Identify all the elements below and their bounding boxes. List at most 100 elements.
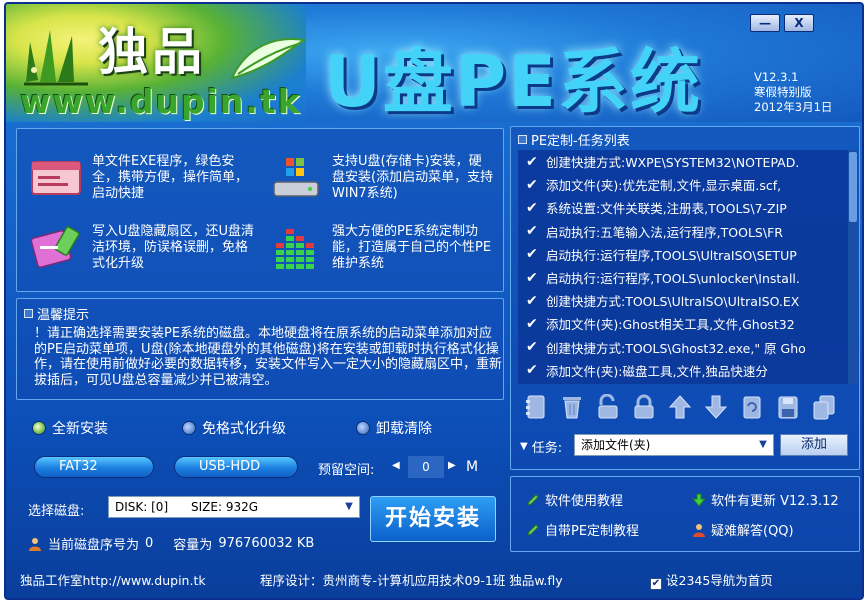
support-person-icon <box>693 523 705 537</box>
mode-toggle-usb-hdd[interactable]: USB-HDD <box>174 456 298 478</box>
task-type-label: ▼ 任务: <box>520 437 562 456</box>
save-icon[interactable] <box>776 394 800 420</box>
radio-new-install[interactable]: 全新安装 <box>32 418 108 438</box>
reserve-increase-arrow[interactable]: ▶ <box>448 460 456 471</box>
minimize-button[interactable]: — <box>750 14 780 32</box>
chevron-down-icon[interactable]: ▼ <box>756 437 770 453</box>
radio-new-install-label: 全新安装 <box>52 421 108 437</box>
update-link-text: 软件有更新 V12.3.12 <box>711 494 839 509</box>
task-item-text: 创建快捷方式:WXPE\SYSTEM32\NOTEPAD. <box>546 155 800 171</box>
radio-unselected-icon <box>182 421 196 435</box>
task-item-text: 启动执行:运行程序,TOOLS\UltraISO\SETUP <box>546 247 797 263</box>
trash-icon[interactable] <box>560 394 584 420</box>
feature-pe-custom-text: 强大方便的PE系统定制功能，打造属于自己的个性PE维护系统 <box>332 224 492 271</box>
checkbox-checked-icon[interactable]: ✔ <box>650 578 662 590</box>
arrow-down-icon[interactable] <box>704 394 728 420</box>
tips-title: 温馨提示 <box>24 304 89 323</box>
reserve-decrease-arrow[interactable]: ◀ <box>392 460 400 471</box>
radio-no-format-upgrade[interactable]: 免格式化升级 <box>182 418 286 438</box>
pencil-icon <box>527 523 539 536</box>
check-icon: ✔ <box>526 223 538 240</box>
fs-toggle-fat32[interactable]: FAT32 <box>34 456 154 478</box>
pe-tutorial-link-text: 自带PE定制教程 <box>545 524 640 539</box>
pe-tutorial-link[interactable]: 自带PE定制教程 <box>526 520 639 539</box>
user-icon <box>29 537 41 551</box>
task-type-select[interactable]: 添加文件(夹) ▼ <box>574 434 774 456</box>
pe-square-icon <box>518 135 527 144</box>
lock-icon[interactable] <box>632 394 656 420</box>
task-item[interactable]: ✔ 创建快捷方式:TOOLS\UltraISO\UltraISO.EX <box>518 289 848 312</box>
tips-text: ！请正确选择需要安装PE系统的磁盘。本地硬盘将在原系统的启动菜单添加对应的PE启… <box>34 326 503 388</box>
studio-url[interactable]: 独品工作室http://www.dupin.tk <box>20 570 206 589</box>
feature-usb-install: 支持U盘(存储卡)安装，硬盘安装(添加启动菜单，支持WIN7系统) <box>268 154 504 202</box>
task-item[interactable]: ✔ 添加文件(夹):优先定制,文件,显示桌面.scf, <box>518 173 848 196</box>
brand-name: 独品 <box>98 22 206 81</box>
homepage-checkbox[interactable]: ✔ 设2345导航为首页 <box>650 570 773 590</box>
links-panel <box>510 476 860 552</box>
usb-clean-icon <box>30 226 80 268</box>
chevron-down-icon[interactable]: ▼ <box>342 499 356 515</box>
version-number: V12.3.1 <box>754 70 799 84</box>
window-controls: — X <box>750 14 814 32</box>
radio-no-format-upgrade-label: 免格式化升级 <box>202 421 286 437</box>
task-item-text: 添加文件(夹):磁盘工具,文件,独品快速分 <box>546 363 768 379</box>
header-banner: 独品 www.dupin.tk U盘PE系统 V12.3.1 寒假特别版 201… <box>6 4 862 123</box>
disk-select-value: DISK: [0] SIZE: 932G <box>115 500 259 514</box>
feature-usb-install-text: 支持U盘(存储卡)安装，硬盘安装(添加启动菜单，支持WIN7系统) <box>332 154 494 201</box>
pe-panel-title-text: PE定制-任务列表 <box>531 134 630 149</box>
reserve-space-input[interactable]: 0 <box>408 456 444 478</box>
equalizer-icon <box>276 229 314 269</box>
close-button[interactable]: X <box>784 14 814 32</box>
credits-text: 程序设计：贵州商专-计算机应用技术09-1班 独品w.fly <box>260 573 563 588</box>
task-item[interactable]: ✔ 启动执行:运行程序,TOOLS\UltraISO\SETUP <box>518 243 848 266</box>
feature-hidden-sector-text: 写入U盘隐藏扇区，还U盘清洁环境，防误格误删，免格式化升级 <box>92 224 255 271</box>
scrollbar-thumb[interactable] <box>849 152 857 222</box>
tips-title-text: 温馨提示 <box>37 308 90 323</box>
tutorial-link[interactable]: 软件使用教程 <box>526 490 623 509</box>
disk-select[interactable]: DISK: [0] SIZE: 932G ▼ <box>108 496 360 518</box>
refresh-icon[interactable] <box>740 394 764 420</box>
reserve-unit: M <box>466 459 479 475</box>
arrow-up-icon[interactable] <box>668 394 692 420</box>
task-item[interactable]: ✔ 启动执行:五笔输入法,运行程序,TOOLS\FR <box>518 220 848 243</box>
check-icon: ✔ <box>526 269 538 286</box>
filter-icon: ▼ <box>520 441 528 452</box>
disk-select-label: 选择磁盘: <box>28 504 85 519</box>
task-item[interactable]: ✔ 创建快捷方式:WXPE\SYSTEM32\NOTEPAD. <box>518 150 848 173</box>
copy-icon[interactable] <box>812 394 836 420</box>
current-disk-label: 当前磁盘序号为 <box>48 538 140 553</box>
add-task-button[interactable]: 添加 <box>780 434 848 456</box>
task-list[interactable]: ✔ 创建快捷方式:WXPE\SYSTEM32\NOTEPAD. ✔ 添加文件(夹):… <box>518 150 848 384</box>
task-item[interactable]: ✔ 添加文件(夹):Ghost相关工具,文件,Ghost32 <box>518 312 848 335</box>
radio-selected-icon <box>32 421 46 435</box>
tips-square-icon <box>24 309 33 318</box>
download-arrow-icon <box>692 493 706 507</box>
update-link[interactable]: 软件有更新 V12.3.12 <box>692 490 839 509</box>
radio-uninstall[interactable]: 卸载清除 <box>356 418 432 438</box>
task-item[interactable]: ✔ 系统设置:文件关联类,注册表,TOOLS\7-ZIP <box>518 196 848 219</box>
release-date: 2012年3月1日 <box>754 100 833 114</box>
homepage-checkbox-label: 设2345导航为首页 <box>666 573 773 588</box>
task-item[interactable]: ✔ 启动执行:运行程序,TOOLS\unlocker\Install. <box>518 266 848 289</box>
window-icon <box>31 161 81 195</box>
unlock-icon[interactable] <box>596 394 620 420</box>
pe-panel-title: PE定制-任务列表 <box>518 130 630 149</box>
radio-uninstall-label: 卸载清除 <box>376 421 432 437</box>
check-icon: ✔ <box>526 315 538 332</box>
feature-pe-custom: 强大方便的PE系统定制功能，打造属于自己的个性PE维护系统 <box>268 224 504 272</box>
task-item-text: 创建快捷方式:TOOLS\UltraISO\UltraISO.EX <box>546 294 800 310</box>
qa-link[interactable]: 疑难解答(QQ) <box>692 520 794 539</box>
check-icon: ✔ <box>526 292 538 309</box>
task-item-text: 添加文件(夹):Ghost相关工具,文件,Ghost32 <box>546 317 795 333</box>
task-item[interactable]: ✔ 创建快捷方式:TOOLS\Ghost32.exe," 原 Gho <box>518 336 848 359</box>
task-list-scrollbar[interactable] <box>848 150 858 384</box>
qa-link-text: 疑难解答(QQ) <box>711 524 794 539</box>
reserve-space-label: 预留空间: <box>318 463 375 478</box>
current-disk-index: 0 <box>145 536 154 551</box>
version-info: V12.3.1 寒假特别版 2012年3月1日 <box>754 70 832 115</box>
grass-logo-icon <box>24 30 88 86</box>
notebook-icon[interactable] <box>524 394 548 420</box>
feature-exe: 单文件EXE程序，绿色安全，携带方便，操作简单，启动快捷 <box>28 154 268 202</box>
task-item[interactable]: ✔ 添加文件(夹):磁盘工具,文件,独品快速分 <box>518 359 848 382</box>
start-install-button[interactable]: 开始安装 <box>370 496 496 542</box>
